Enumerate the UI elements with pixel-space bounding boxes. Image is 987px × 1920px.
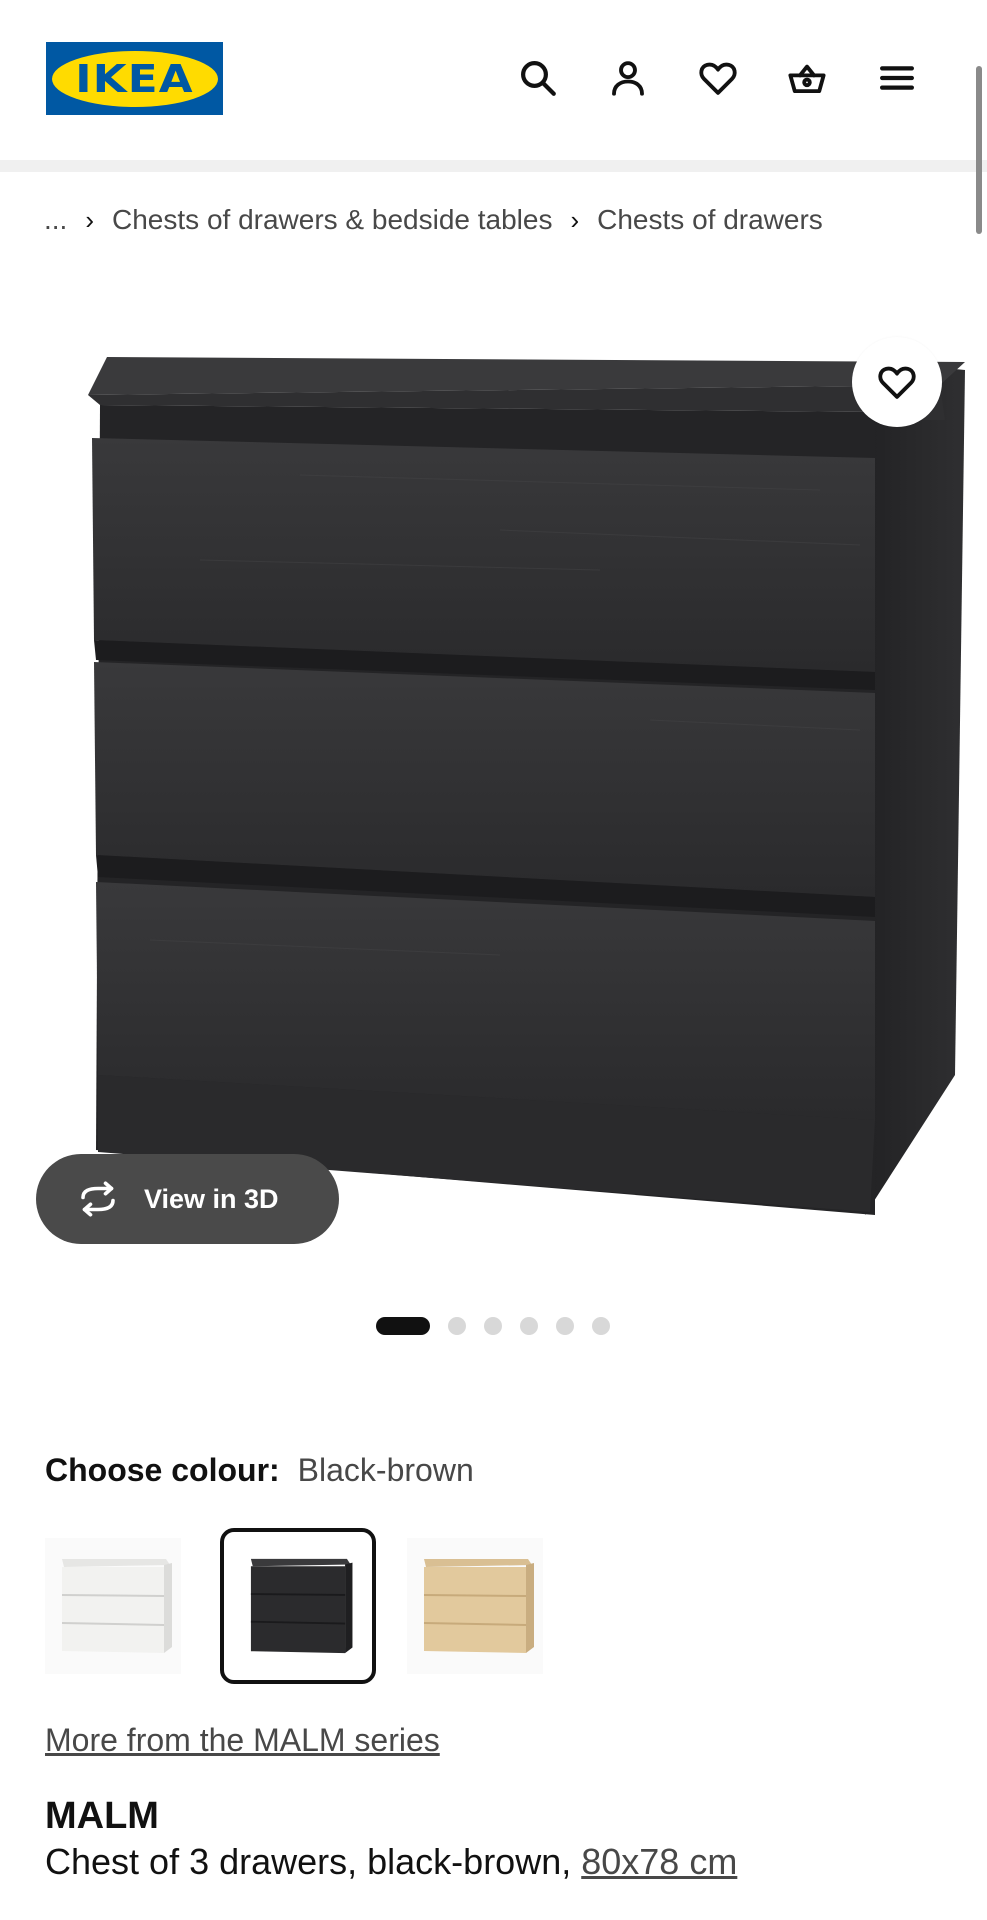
menu-icon[interactable] [871,52,923,104]
swatch-black-brown[interactable] [220,1528,376,1684]
black-brown-chest-thumbnail [250,1558,353,1654]
scrollbar[interactable] [976,66,982,234]
logo-text: IKEA [75,56,194,101]
chevron-right-icon: › [85,204,95,235]
carousel-dot[interactable] [448,1317,466,1335]
carousel-dot[interactable] [520,1317,538,1335]
ikea-logo[interactable]: IKEA [46,42,223,115]
colour-swatches [45,1528,645,1684]
header-divider [0,160,987,172]
oak-chest-thumbnail [423,1559,534,1653]
carousel-dot[interactable] [592,1317,610,1335]
product-image[interactable] [0,300,987,1260]
white-chest-thumbnail [61,1559,172,1653]
product-description: Chest of 3 drawers, black-brown, 80x78 c… [45,1841,737,1883]
view-in-3d-label: View in 3D [144,1183,279,1214]
logo-oval: IKEA [51,50,218,107]
more-from-series-link[interactable]: More from the MALM series [45,1722,440,1759]
chest-of-drawers-image [88,357,965,1215]
product-size-link[interactable]: 80x78 cm [581,1841,737,1882]
basket-icon[interactable] [781,52,833,104]
search-icon[interactable] [512,52,564,104]
colour-label: Choose colour: [45,1452,280,1488]
add-to-favourites-button[interactable] [852,337,942,427]
breadcrumb-ellipsis[interactable]: ... [44,204,67,236]
swatch-white-stained-oak[interactable] [407,1538,543,1674]
carousel-dot[interactable] [376,1317,430,1335]
heart-icon [878,366,916,399]
swatch-white[interactable] [45,1538,181,1674]
carousel-dots [376,1316,628,1336]
breadcrumb: ... › Chests of drawers & bedside tables… [44,200,823,240]
colour-selected-value: Black-brown [297,1452,474,1488]
rotate-icon [81,1181,115,1217]
account-icon[interactable] [602,52,654,104]
view-in-3d-button[interactable]: View in 3D [36,1154,339,1244]
breadcrumb-chests-of-drawers[interactable]: Chests of drawers [597,204,823,236]
chevron-right-icon: › [570,204,580,235]
breadcrumb-chests-bedside[interactable]: Chests of drawers & bedside tables [112,204,552,236]
heart-icon[interactable] [692,52,744,104]
carousel-dot[interactable] [484,1317,502,1335]
carousel-dot[interactable] [556,1317,574,1335]
product-description-text: Chest of 3 drawers, black-brown, [45,1841,582,1882]
header: IKEA [0,0,987,160]
colour-chooser-heading: Choose colour: Black-brown [45,1452,474,1489]
product-name: MALM [45,1795,159,1837]
